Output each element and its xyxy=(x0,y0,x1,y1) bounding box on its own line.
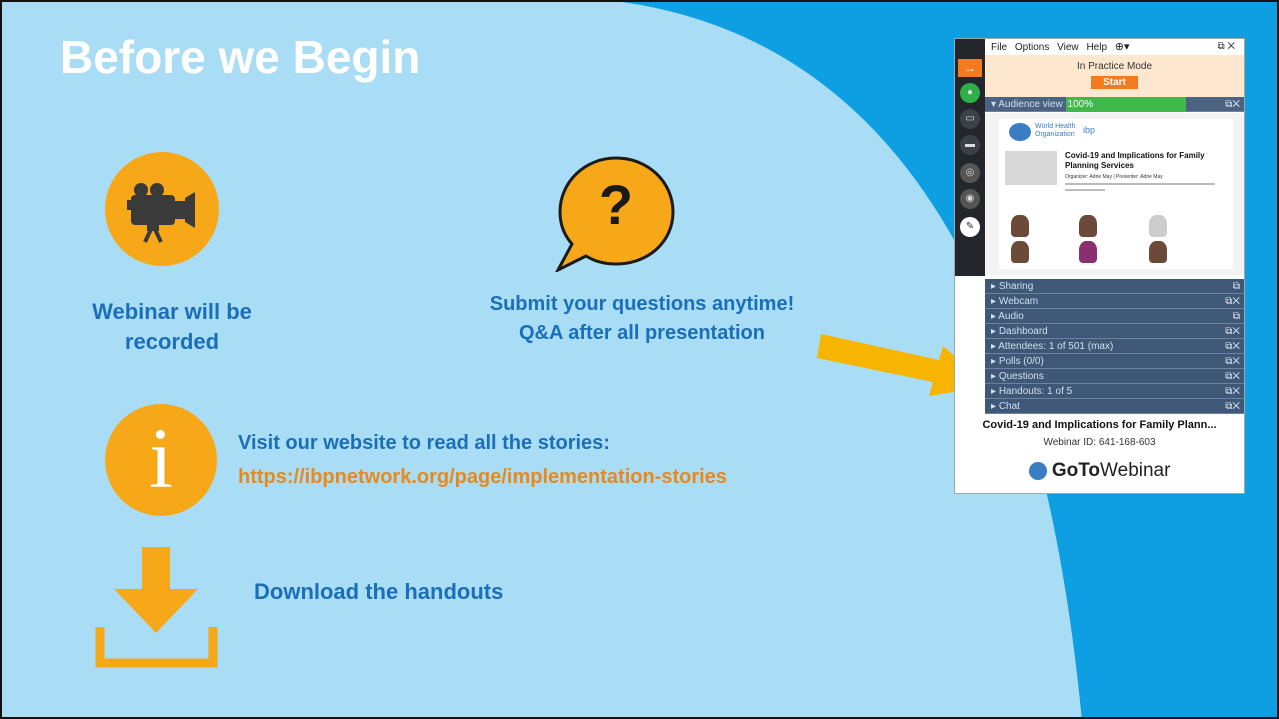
who-logo xyxy=(1009,123,1031,141)
panel-row-label: Polls (0/0) xyxy=(998,356,1044,367)
panel-row-label: Questions xyxy=(998,371,1044,382)
audience-view-area: World Health Organization ibp Covid-19 a… xyxy=(985,113,1244,275)
audience-zoom-bar: 100% xyxy=(1065,97,1186,112)
panel-menu-bar: File Options View Help ⊕▾ ⧉ ✕ xyxy=(985,39,1244,55)
panel-row-handouts[interactable]: ▸ Handouts: 1 of 5 ⧉✕ xyxy=(985,384,1244,399)
window-controls[interactable]: ⧉ ✕ xyxy=(1217,39,1235,55)
popout-close-icon[interactable]: ⧉✕ xyxy=(1225,294,1240,309)
speaker-photo xyxy=(1011,215,1029,237)
question-bubble-icon: ? xyxy=(552,152,677,274)
audience-view-label: Audience view xyxy=(998,99,1063,110)
brand-webinar: Webinar xyxy=(1100,460,1171,481)
practice-mode-banner: In Practice Mode Start xyxy=(985,55,1244,97)
video-camera-icon xyxy=(105,152,219,266)
gotowebinar-logo-icon xyxy=(1028,461,1047,480)
website-link[interactable]: https://ibpnetwork.org/page/implementati… xyxy=(238,466,727,489)
speaker-photo xyxy=(1149,241,1167,263)
panel-row-label: Dashboard xyxy=(998,326,1048,337)
ibp-logo: ibp xyxy=(1083,125,1096,135)
gotowebinar-logo: GoToWebinar xyxy=(955,460,1244,482)
popout-close-icon[interactable]: ⧉✕ xyxy=(1225,97,1240,112)
drawing-tools-icon[interactable]: ✎ xyxy=(960,217,980,237)
panel-row-webcam[interactable]: ▸ Webcam ⧉✕ xyxy=(985,294,1244,309)
thumbnail-image xyxy=(1005,151,1057,185)
audience-view-header[interactable]: ▾ Audience view 100% ⧉✕ xyxy=(985,97,1244,112)
practice-mode-label: In Practice Mode xyxy=(1076,61,1153,72)
panel-row-questions[interactable]: ▸ Questions ⧉✕ xyxy=(985,369,1244,384)
speaker-photo xyxy=(1079,241,1097,263)
broadcast-icon[interactable]: ◉ xyxy=(960,189,980,209)
webinar-title: Covid-19 and Implications for Family Pla… xyxy=(982,419,1217,431)
download-icon xyxy=(94,547,219,671)
thumbnail-text-line xyxy=(1065,183,1215,185)
popout-close-icon[interactable]: ⧉✕ xyxy=(1225,399,1240,414)
panel-row-label: Sharing xyxy=(998,281,1034,292)
speaker-photo xyxy=(1079,215,1097,237)
recorded-line2: recorded xyxy=(124,329,220,354)
popout-icon[interactable]: ⧉ xyxy=(1233,279,1240,294)
menu-file[interactable]: File xyxy=(991,42,1007,53)
panel-row-label: Webcam xyxy=(998,296,1039,307)
speaker-photo xyxy=(1011,241,1029,263)
panel-row-sharing[interactable]: ▸ Sharing ⧉ xyxy=(985,279,1244,294)
menu-view[interactable]: View xyxy=(1057,42,1079,53)
gotowebinar-panel: → ● ▭ ▬ ◎ ◉ ✎ File Options View Help ⊕▾ … xyxy=(954,38,1245,494)
thumbnail-title: Covid-19 and Implications for Family Pla… xyxy=(1065,151,1205,170)
expand-triangle-icon: ▾ xyxy=(991,99,997,110)
questions-text: Submit your questions anytime! Q&A after… xyxy=(422,290,862,348)
popout-close-icon[interactable]: ⧉✕ xyxy=(1225,384,1240,399)
collapse-arrow-icon[interactable]: → xyxy=(958,59,982,77)
panel-row-label: Handouts: 1 of 5 xyxy=(998,386,1073,397)
webcam-icon[interactable]: ▭ xyxy=(960,109,980,129)
microphone-icon[interactable]: ● xyxy=(960,83,980,103)
panel-row-label: Chat xyxy=(998,401,1020,412)
panel-row-chat[interactable]: ▸ Chat ⧉✕ xyxy=(985,399,1244,414)
question-mark: ? xyxy=(598,173,634,236)
recorded-text: Webinar will be recorded xyxy=(62,297,282,357)
globe-icon[interactable]: ⊕▾ xyxy=(1115,41,1130,53)
panel-sidebar: → ● ▭ ▬ ◎ ◉ ✎ xyxy=(955,39,985,276)
panel-row-polls[interactable]: ▸ Polls (0/0) ⧉✕ xyxy=(985,354,1244,369)
speaker-photo xyxy=(1149,215,1167,237)
panel-row-audio[interactable]: ▸ Audio ⧉ xyxy=(985,309,1244,324)
thumbnail-text-line xyxy=(1065,189,1105,191)
questions-line2: Q&A after all presentation xyxy=(519,322,765,344)
brand-goto: GoTo xyxy=(1051,460,1101,481)
recorded-line1: Webinar will be xyxy=(92,299,252,324)
popout-close-icon[interactable]: ⧉✕ xyxy=(1225,354,1240,369)
panel-row-attendees[interactable]: ▸ Attendees: 1 of 501 (max) ⧉✕ xyxy=(985,339,1244,354)
menu-options[interactable]: Options xyxy=(1015,42,1049,53)
questions-line1: Submit your questions anytime! xyxy=(489,293,795,315)
who-name: World Health Organization xyxy=(1035,123,1076,138)
menu-help[interactable]: Help xyxy=(1086,42,1107,53)
panel-row-label: Audio xyxy=(998,311,1024,322)
thumbnail-organizer: Organizer: Adrie May | Presenter: Adrie … xyxy=(1065,174,1163,180)
popout-icon[interactable]: ⧉ xyxy=(1233,309,1240,324)
info-icon: i xyxy=(105,404,217,516)
record-icon[interactable]: ◎ xyxy=(960,163,980,183)
panel-row-label: Attendees: 1 of 501 (max) xyxy=(998,341,1114,352)
screen-share-icon[interactable]: ▬ xyxy=(960,135,980,155)
popout-close-icon[interactable]: ⧉✕ xyxy=(1225,369,1240,384)
panel-row-dashboard[interactable]: ▸ Dashboard ⧉✕ xyxy=(985,324,1244,339)
slide-title: Before we Begin xyxy=(60,31,421,83)
start-button[interactable]: Start xyxy=(1091,76,1138,89)
popout-close-icon[interactable]: ⧉✕ xyxy=(1225,324,1240,339)
website-prompt: Visit our website to read all the storie… xyxy=(238,432,610,454)
info-mark: i xyxy=(149,410,173,506)
popout-close-icon[interactable]: ⧉✕ xyxy=(1225,339,1240,354)
handouts-text: Download the handouts xyxy=(254,579,504,604)
webinar-id: Webinar ID: 641-168-603 xyxy=(1043,437,1156,448)
slide-thumbnail: World Health Organization ibp Covid-19 a… xyxy=(999,119,1233,269)
slide-canvas: Before we Begin Webinar will be recorded… xyxy=(0,0,1279,719)
